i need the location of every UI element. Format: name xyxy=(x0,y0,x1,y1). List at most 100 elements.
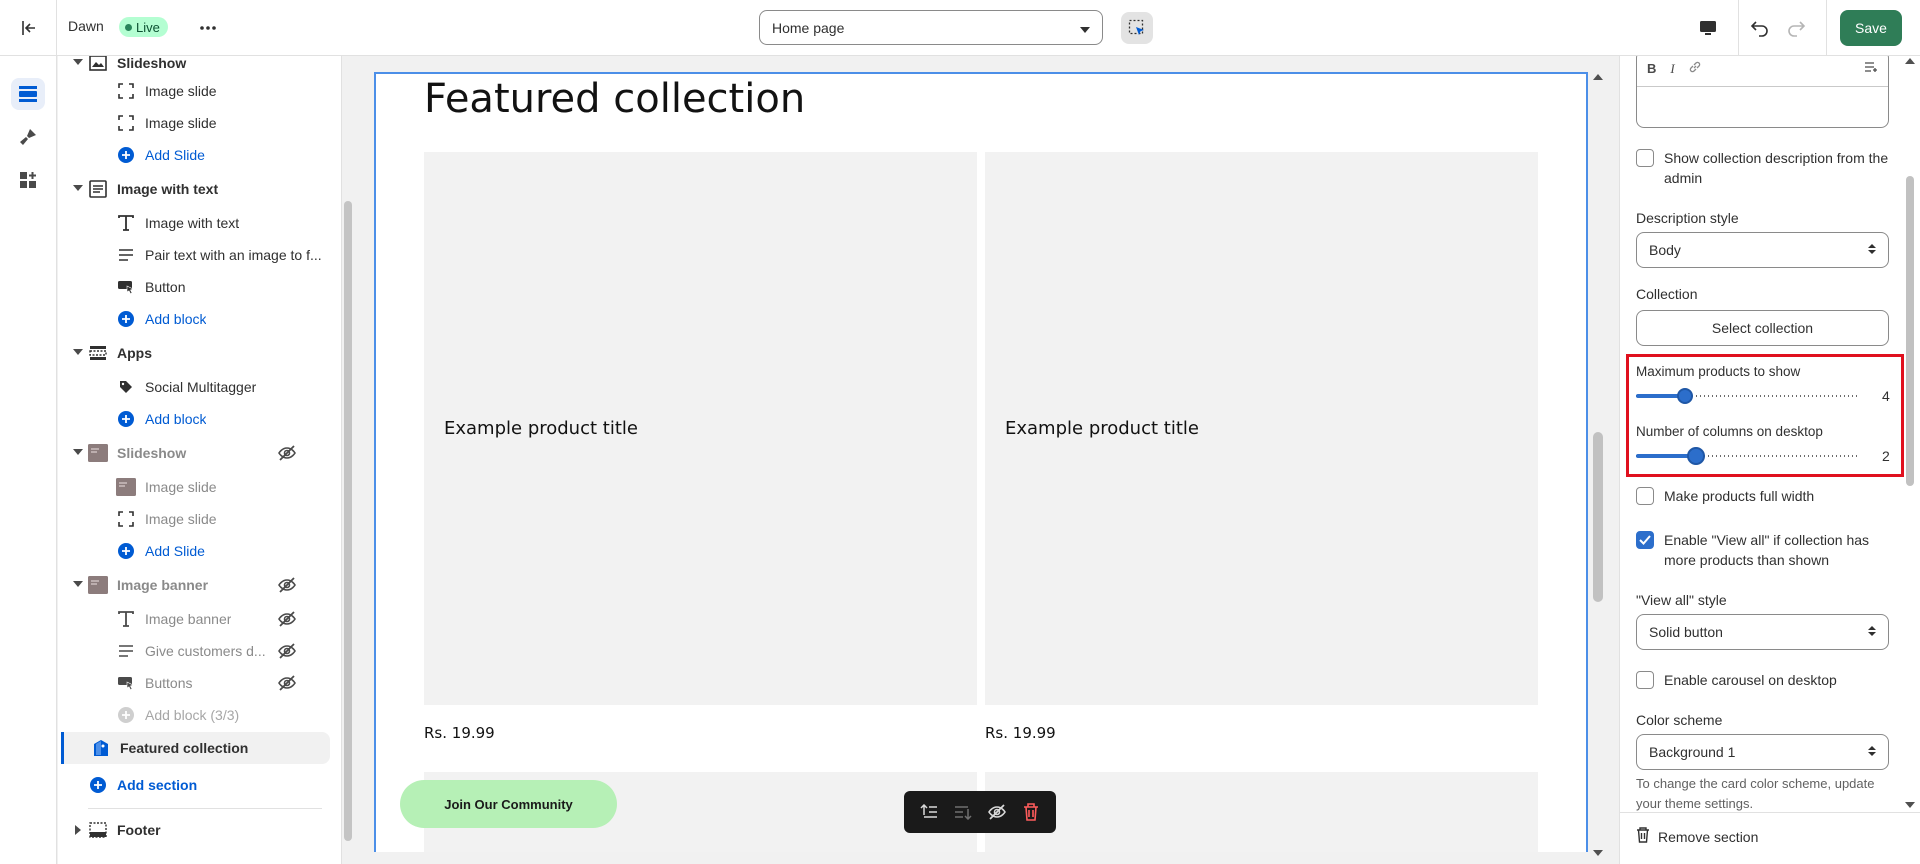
checkbox-box[interactable] xyxy=(1636,531,1654,549)
section-slideshow-hidden[interactable]: Slideshow xyxy=(58,438,330,468)
caret-down-icon[interactable] xyxy=(73,185,83,191)
checkbox-box[interactable] xyxy=(1636,149,1654,167)
eye-slash-icon[interactable] xyxy=(277,575,297,595)
scrollbar-thumb[interactable] xyxy=(1906,176,1914,486)
product-card[interactable]: Example product title xyxy=(985,152,1538,705)
insert-menu-icon[interactable] xyxy=(1864,61,1878,76)
theme-settings-brush-icon[interactable] xyxy=(11,121,45,153)
block-social-multitagger[interactable]: Social Multitagger xyxy=(58,372,330,402)
redo-icon[interactable] xyxy=(1782,14,1810,42)
carousel-checkbox[interactable]: Enable carousel on desktop xyxy=(1636,670,1889,690)
link-icon[interactable] xyxy=(1689,61,1701,76)
section-title[interactable]: Featured collection xyxy=(424,76,805,122)
scroll-up-arrow-icon[interactable] xyxy=(1593,74,1603,80)
join-community-button[interactable]: Join Our Community xyxy=(400,780,617,828)
scrollbar-thumb[interactable] xyxy=(344,201,352,841)
full-width-checkbox[interactable]: Make products full width xyxy=(1636,486,1889,506)
checkbox-box[interactable] xyxy=(1636,671,1654,689)
block-paragraph[interactable]: Pair text with an image to f... xyxy=(58,240,330,270)
add-block-button[interactable]: Add block xyxy=(58,304,330,334)
block-image-with-text[interactable]: Image with text xyxy=(58,208,330,238)
block-image-slide[interactable]: Image slide xyxy=(58,108,330,138)
max-products-slider[interactable] xyxy=(1636,388,1860,404)
remove-section-button[interactable]: Remove section xyxy=(1636,827,1758,846)
sections-scrollbar[interactable] xyxy=(342,56,354,864)
scrollbar-thumb[interactable] xyxy=(1593,432,1603,602)
block-button[interactable]: Button xyxy=(58,272,330,302)
field-label: Number of columns on desktop xyxy=(1636,424,1823,439)
slider-thumb[interactable] xyxy=(1687,447,1705,465)
save-button[interactable]: Save xyxy=(1840,10,1902,46)
block-image-banner[interactable]: Image banner xyxy=(58,604,330,634)
eye-slash-icon[interactable] xyxy=(277,443,297,463)
field-label: Description style xyxy=(1636,210,1739,226)
block-image-slide-hidden[interactable]: Image slide xyxy=(58,472,330,502)
add-section-button[interactable]: Add section xyxy=(58,770,330,800)
delete-icon[interactable] xyxy=(1019,800,1043,824)
image-slide-thumbnail-icon xyxy=(116,477,136,497)
slider-thumb[interactable] xyxy=(1677,388,1693,404)
select-arrows-icon xyxy=(1868,242,1876,258)
product-title[interactable]: Example product title xyxy=(1005,418,1199,439)
color-scheme-select[interactable]: Background 1 xyxy=(1636,734,1889,770)
move-up-icon[interactable] xyxy=(917,800,941,824)
caret-down-icon[interactable] xyxy=(73,59,83,65)
section-featured-collection[interactable]: Featured collection xyxy=(61,732,330,764)
section-footer[interactable]: Footer xyxy=(58,815,330,845)
scroll-up-arrow-icon[interactable] xyxy=(1905,58,1915,64)
section-apps[interactable]: Apps xyxy=(58,338,330,368)
eye-slash-icon[interactable] xyxy=(985,800,1009,824)
block-image-slide-hidden[interactable]: Image slide xyxy=(58,504,330,534)
block-label: Image slide xyxy=(145,115,217,131)
scroll-down-arrow-icon[interactable] xyxy=(1593,850,1603,856)
block-image-slide[interactable]: Image slide xyxy=(58,76,330,106)
desktop-icon[interactable] xyxy=(1694,14,1722,42)
eye-slash-icon[interactable] xyxy=(277,673,297,693)
block-buttons[interactable]: Buttons xyxy=(58,668,330,698)
settings-scrollbar[interactable] xyxy=(1903,56,1917,812)
exit-icon[interactable] xyxy=(14,14,42,42)
scroll-down-arrow-icon[interactable] xyxy=(1905,802,1915,808)
italic-icon[interactable]: I xyxy=(1670,61,1674,77)
caret-down-icon[interactable] xyxy=(73,449,83,455)
move-down-icon[interactable] xyxy=(951,800,975,824)
checkbox-box[interactable] xyxy=(1636,487,1654,505)
section-label: Image banner xyxy=(117,577,209,593)
eye-slash-icon[interactable] xyxy=(277,641,297,661)
show-description-checkbox[interactable]: Show collection description from the adm… xyxy=(1636,148,1889,188)
view-all-checkbox[interactable]: Enable "View all" if collection has more… xyxy=(1636,530,1889,570)
product-card[interactable] xyxy=(985,772,1538,852)
page-select[interactable]: Home page xyxy=(759,10,1103,45)
caret-right-icon[interactable] xyxy=(75,825,81,835)
undo-icon[interactable] xyxy=(1746,14,1774,42)
sections-icon[interactable] xyxy=(11,78,45,110)
bold-icon[interactable]: B xyxy=(1647,61,1656,76)
description-style-select[interactable]: Body xyxy=(1636,232,1889,268)
add-block-button[interactable]: Add block xyxy=(58,404,330,434)
product-card[interactable]: Example product title xyxy=(424,152,977,705)
caret-down-icon[interactable] xyxy=(73,581,83,587)
divider xyxy=(88,808,322,809)
section-slideshow[interactable]: Slideshow xyxy=(58,56,330,78)
eye-slash-icon[interactable] xyxy=(277,609,297,629)
section-label: Featured collection xyxy=(120,740,249,756)
product-title[interactable]: Example product title xyxy=(444,418,638,439)
block-give-customers[interactable]: Give customers d... xyxy=(58,636,330,666)
block-label: Button xyxy=(145,279,186,295)
section-image-with-text[interactable]: Image with text xyxy=(58,174,330,204)
add-slide-button[interactable]: Add Slide xyxy=(58,140,330,170)
add-slide-button[interactable]: Add Slide xyxy=(58,536,330,566)
caret-down-icon[interactable] xyxy=(73,349,83,355)
inspector-icon[interactable] xyxy=(1121,12,1153,44)
columns-slider[interactable] xyxy=(1636,447,1860,465)
live-badge: Live xyxy=(119,17,168,37)
select-collection-button[interactable]: Select collection xyxy=(1636,310,1889,346)
more-actions-icon[interactable] xyxy=(196,16,220,40)
view-all-style-select[interactable]: Solid button xyxy=(1636,614,1889,650)
tag-icon xyxy=(116,377,136,397)
text-icon xyxy=(116,213,136,233)
description-editor[interactable]: B I xyxy=(1636,56,1889,128)
preview-scrollbar[interactable] xyxy=(1590,72,1606,862)
section-image-banner[interactable]: Image banner xyxy=(58,570,330,600)
apps-icon[interactable] xyxy=(11,164,45,196)
